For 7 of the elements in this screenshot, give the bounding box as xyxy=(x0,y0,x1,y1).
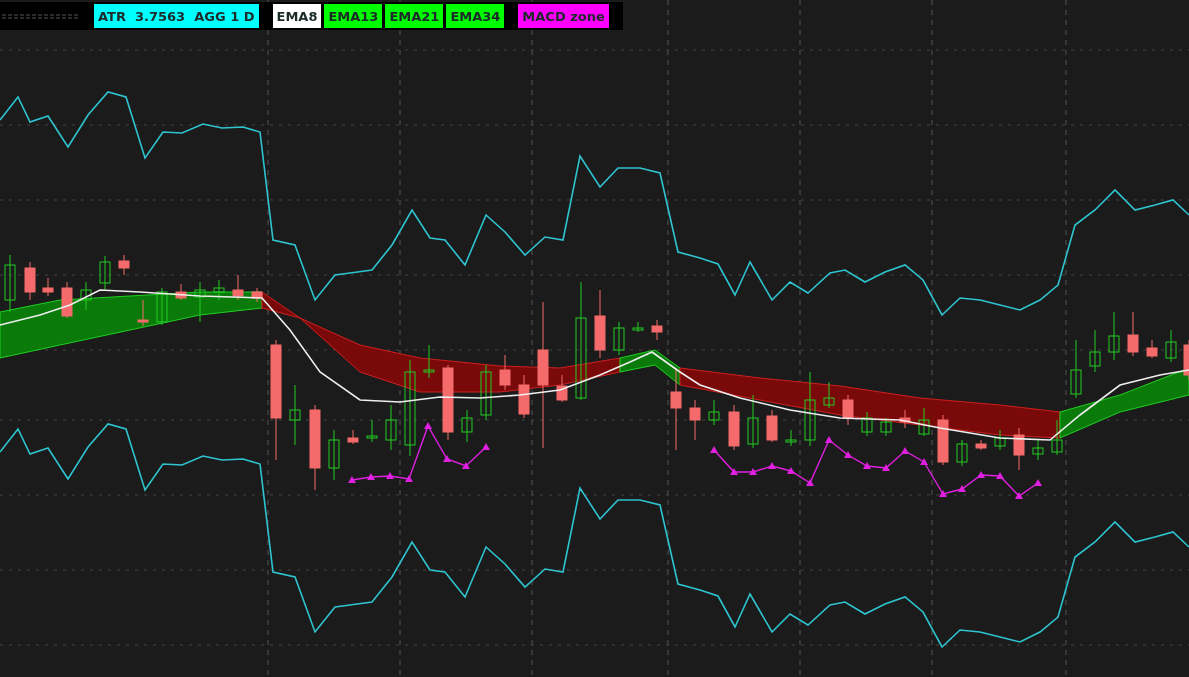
legend-label: EMA8 xyxy=(272,4,322,28)
legend-label: ATR 3.7563 AGG 1 D xyxy=(94,4,259,28)
legend-label: EMA13 xyxy=(324,4,383,28)
legend-label: EMA21 xyxy=(385,4,444,28)
legend-label: MACD zone xyxy=(518,4,609,28)
legend-label: EMA34 xyxy=(446,4,505,28)
dashed-line-icon xyxy=(2,13,78,19)
